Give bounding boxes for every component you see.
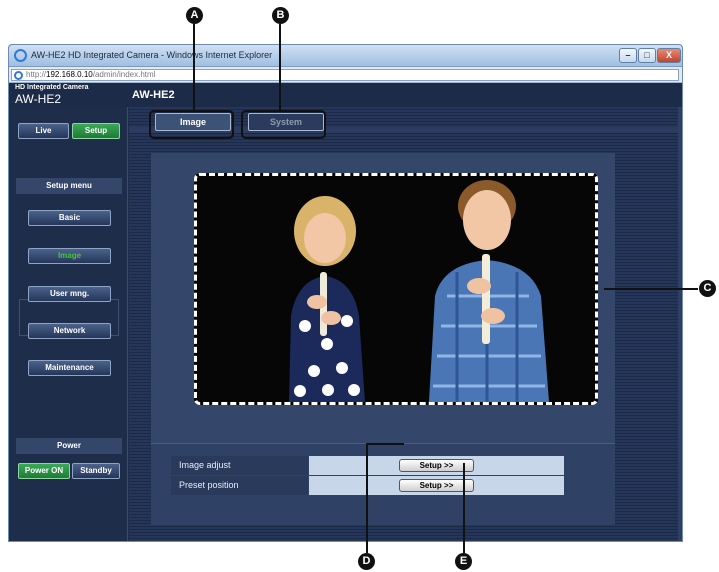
callout-a-leader — [193, 24, 195, 110]
address-host: 192.168.0.10 — [46, 70, 93, 79]
camera-web-page: HD Integrated Camera AW-HE2 AW-HE2 Live … — [9, 83, 682, 541]
manual-figure: AW-HE2 HD Integrated Camera - Windows In… — [0, 0, 719, 572]
callout-e-leader — [463, 463, 465, 553]
callout-box-image-tab — [149, 110, 234, 139]
page-scrollbar[interactable] — [678, 107, 682, 541]
address-text: http://192.168.0.10/admin/index.html — [26, 70, 155, 80]
content-panel: Image adjust Setup >> Preset position Se… — [151, 153, 615, 525]
control-panel: Image adjust Setup >> Preset position Se… — [151, 443, 615, 525]
address-prefix: http:// — [26, 70, 47, 79]
live-button[interactable]: Live — [18, 123, 69, 139]
minimize-button[interactable]: – — [619, 48, 637, 63]
address-path: /admin/index.html — [92, 70, 156, 79]
page-icon — [14, 71, 23, 80]
callout-d-leader — [366, 443, 368, 553]
callout-b-leader — [279, 24, 281, 110]
close-button[interactable]: X — [657, 48, 681, 63]
address-field[interactable]: http://192.168.0.10/admin/index.html — [11, 69, 679, 81]
camera-image — [197, 176, 595, 402]
sidebar-item-network[interactable]: Network — [28, 323, 111, 339]
internet-explorer-icon — [14, 49, 27, 62]
preset-position-cell: Setup >> — [309, 476, 564, 495]
callout-d-leader-horizontal — [366, 443, 404, 445]
image-adjust-cell: Setup >> — [309, 456, 564, 475]
sidebar-item-user-mng[interactable]: User mng. — [28, 286, 111, 302]
sidebar-item-maintenance[interactable]: Maintenance — [28, 360, 111, 376]
main-area: Image System Image adjust Setup >> Prese… — [129, 107, 682, 541]
callout-c-leader — [604, 288, 698, 290]
power-header: Power — [16, 438, 122, 454]
callout-e-marker: E — [455, 553, 472, 570]
sidebar-item-basic[interactable]: Basic — [28, 210, 111, 226]
page-title: AW-HE2 — [132, 89, 175, 101]
image-adjust-label: Image adjust — [171, 456, 308, 475]
callout-box-system-tab — [241, 110, 326, 139]
browser-window: AW-HE2 HD Integrated Camera - Windows In… — [8, 44, 683, 542]
title-bar: AW-HE2 HD Integrated Camera - Windows In… — [9, 45, 682, 67]
sidebar-item-image[interactable]: Image — [28, 248, 111, 264]
preset-position-label: Preset position — [171, 476, 308, 495]
brand-subtitle: HD Integrated Camera — [15, 84, 89, 91]
callout-d-marker: D — [358, 553, 375, 570]
setup-menu-header: Setup menu — [16, 178, 122, 194]
brand-model: AW-HE2 — [15, 92, 62, 106]
address-bar: http://192.168.0.10/admin/index.html — [9, 67, 682, 83]
power-on-button[interactable]: Power ON — [18, 463, 70, 479]
page-header: HD Integrated Camera AW-HE2 AW-HE2 — [9, 83, 682, 107]
maximize-button[interactable]: □ — [638, 48, 656, 63]
sidebar: Live Setup Setup menu Basic Image User m… — [9, 107, 128, 541]
callout-b-marker: B — [272, 7, 289, 24]
window-title: AW-HE2 HD Integrated Camera - Windows In… — [31, 50, 273, 60]
callout-a-marker: A — [186, 7, 203, 24]
standby-button[interactable]: Standby — [72, 463, 120, 479]
setup-button[interactable]: Setup — [72, 123, 120, 139]
camera-preview — [194, 173, 598, 405]
callout-c-marker: C — [699, 280, 716, 297]
